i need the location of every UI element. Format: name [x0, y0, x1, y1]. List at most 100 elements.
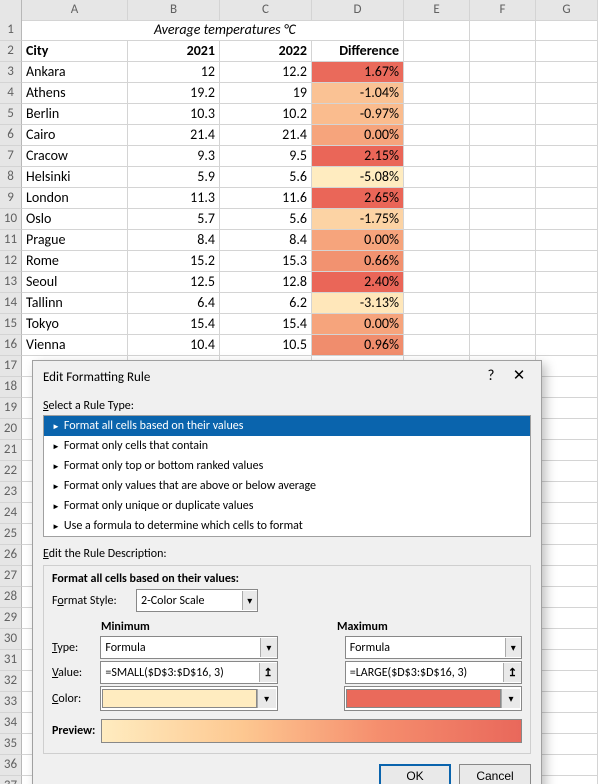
- cell[interactable]: 12.8: [220, 272, 312, 293]
- cell[interactable]: 15.4: [128, 314, 220, 335]
- cell[interactable]: [404, 146, 470, 167]
- cell[interactable]: 10.3: [128, 104, 220, 125]
- cell[interactable]: [536, 629, 598, 650]
- cell[interactable]: 21.4: [220, 125, 312, 146]
- row-header-2[interactable]: 2: [0, 41, 22, 62]
- row-header-32[interactable]: 32: [0, 671, 22, 692]
- cell[interactable]: [536, 650, 598, 671]
- cell[interactable]: Cracow: [22, 146, 128, 167]
- cell[interactable]: Ankara: [22, 62, 128, 83]
- cell[interactable]: [470, 41, 536, 62]
- row-header-21[interactable]: 21: [0, 440, 22, 461]
- cell[interactable]: 5.7: [128, 209, 220, 230]
- rule-type-item[interactable]: Format only values that are above or bel…: [44, 476, 530, 496]
- row-header-4[interactable]: 4: [0, 83, 22, 104]
- cell[interactable]: [404, 293, 470, 314]
- cell[interactable]: [536, 671, 598, 692]
- cell[interactable]: Tallinn: [22, 293, 128, 314]
- cell[interactable]: [470, 167, 536, 188]
- cell[interactable]: [536, 293, 598, 314]
- chevron-down-icon[interactable]: ▾: [257, 689, 276, 708]
- row-header-3[interactable]: 3: [0, 62, 22, 83]
- cell[interactable]: 9.3: [128, 146, 220, 167]
- cell[interactable]: [536, 461, 598, 482]
- cell[interactable]: [536, 83, 598, 104]
- cell[interactable]: 6.4: [128, 293, 220, 314]
- cell[interactable]: [404, 230, 470, 251]
- row-header-13[interactable]: 13: [0, 272, 22, 293]
- cell[interactable]: [536, 398, 598, 419]
- cell[interactable]: Cairo: [22, 125, 128, 146]
- cell[interactable]: [536, 146, 598, 167]
- row-header-23[interactable]: 23: [0, 482, 22, 503]
- cell[interactable]: [536, 377, 598, 398]
- cell[interactable]: [536, 755, 598, 776]
- row-header-31[interactable]: 31: [0, 650, 22, 671]
- chevron-down-icon[interactable]: ▾: [505, 638, 521, 657]
- cell[interactable]: 10.4: [128, 335, 220, 356]
- cell[interactable]: 0.66%: [312, 251, 404, 272]
- cell[interactable]: [536, 419, 598, 440]
- cell[interactable]: 0.00%: [312, 230, 404, 251]
- row-header-5[interactable]: 5: [0, 104, 22, 125]
- cell[interactable]: [536, 62, 598, 83]
- cell[interactable]: [404, 314, 470, 335]
- cell[interactable]: -1.04%: [312, 83, 404, 104]
- cell[interactable]: 8.4: [220, 230, 312, 251]
- cell[interactable]: [404, 209, 470, 230]
- cell[interactable]: [404, 83, 470, 104]
- cell[interactable]: 6.2: [220, 293, 312, 314]
- ok-button[interactable]: OK: [379, 764, 451, 784]
- min-color-select[interactable]: ▾: [100, 686, 278, 711]
- row-header-28[interactable]: 28: [0, 587, 22, 608]
- cell[interactable]: [536, 482, 598, 503]
- min-type-select[interactable]: ▾: [100, 636, 277, 659]
- cell[interactable]: 5.6: [220, 167, 312, 188]
- cell[interactable]: [470, 293, 536, 314]
- cell[interactable]: 21.4: [128, 125, 220, 146]
- cell[interactable]: [404, 251, 470, 272]
- cell[interactable]: Tokyo: [22, 314, 128, 335]
- cell[interactable]: 0.96%: [312, 335, 404, 356]
- cell[interactable]: [536, 524, 598, 545]
- cell[interactable]: [536, 314, 598, 335]
- cell[interactable]: [470, 62, 536, 83]
- row-header-20[interactable]: 20: [0, 419, 22, 440]
- cell[interactable]: -5.08%: [312, 167, 404, 188]
- cell[interactable]: 2022: [220, 41, 312, 62]
- cell[interactable]: [536, 566, 598, 587]
- row-header-37[interactable]: 37: [0, 776, 22, 784]
- cell[interactable]: 10.5: [220, 335, 312, 356]
- cell[interactable]: [536, 41, 598, 62]
- cell[interactable]: 11.6: [220, 188, 312, 209]
- cell[interactable]: Average temperatures °C: [150, 20, 418, 41]
- row-header-14[interactable]: 14: [0, 293, 22, 314]
- cell[interactable]: 2.65%: [312, 188, 404, 209]
- cell[interactable]: [536, 545, 598, 566]
- cell[interactable]: [404, 167, 470, 188]
- cell[interactable]: 0.00%: [312, 125, 404, 146]
- row-header-6[interactable]: 6: [0, 125, 22, 146]
- cell[interactable]: Athens: [22, 83, 128, 104]
- row-header-30[interactable]: 30: [0, 629, 22, 650]
- max-color-select[interactable]: ▾: [344, 686, 522, 711]
- cell[interactable]: [536, 734, 598, 755]
- chevron-down-icon[interactable]: ▾: [501, 689, 520, 708]
- row-header-25[interactable]: 25: [0, 524, 22, 545]
- chevron-down-icon[interactable]: ▾: [260, 638, 276, 657]
- cell[interactable]: [536, 587, 598, 608]
- cell[interactable]: [470, 251, 536, 272]
- cell[interactable]: 1.67%: [312, 62, 404, 83]
- cell[interactable]: 2.40%: [312, 272, 404, 293]
- row-header-1[interactable]: 1: [0, 20, 22, 41]
- rule-type-item[interactable]: Format only unique or duplicate values: [44, 496, 530, 516]
- cell[interactable]: Prague: [22, 230, 128, 251]
- col-header-B[interactable]: B: [128, 0, 220, 21]
- row-header-33[interactable]: 33: [0, 692, 22, 713]
- cell[interactable]: [536, 440, 598, 461]
- row-header-10[interactable]: 10: [0, 209, 22, 230]
- cell[interactable]: 15.2: [128, 251, 220, 272]
- cell[interactable]: [536, 125, 598, 146]
- row-header-16[interactable]: 16: [0, 335, 22, 356]
- cell[interactable]: 2.15%: [312, 146, 404, 167]
